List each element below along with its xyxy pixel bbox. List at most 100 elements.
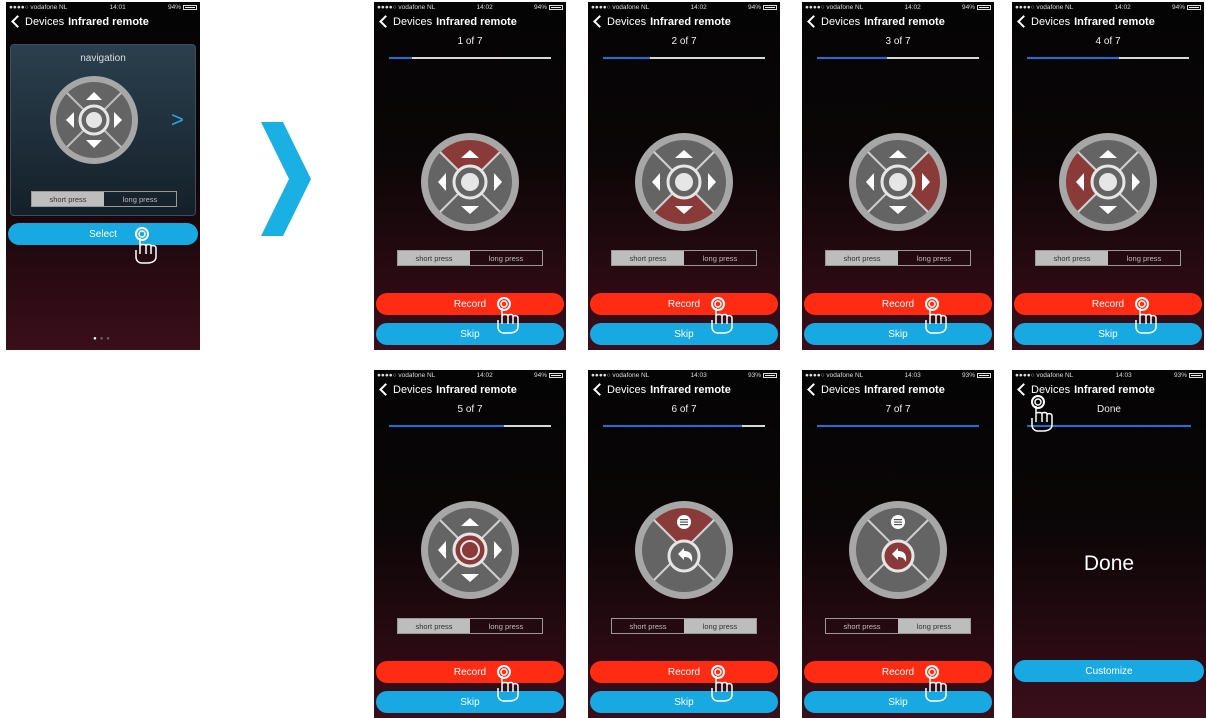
back-button[interactable]: Devices [10,15,64,28]
screen-step-5: ●●●●○ vodafone NL 14:02 94% Devices Infr… [374,370,566,718]
page-dots: ●●● [93,336,113,342]
nav-bar: Devices Infrared remote [588,381,780,398]
status-bar: ●●●●○ vodafone NL 14:02 94% [588,2,780,13]
skip-button[interactable]: Skip [590,323,778,345]
long-press-option[interactable]: long press [684,619,756,633]
dpad-icon[interactable] [634,132,734,232]
short-press-option[interactable]: short press [612,251,684,265]
back-label: Devices [607,15,647,28]
battery-percent: 93% [747,372,761,379]
skip-button[interactable]: Skip [376,323,564,345]
skip-button[interactable]: Skip [804,323,992,345]
long-press-option[interactable]: long press [1108,251,1180,265]
short-press-option[interactable]: short press [398,251,470,265]
navigation-card[interactable]: navigation > short press long press [10,44,196,216]
dpad-icon[interactable] [420,132,520,232]
press-mode-toggle[interactable]: short press long press [31,191,177,207]
back-button[interactable]: Devices [1016,15,1071,28]
battery-icon [977,373,991,378]
press-mode-toggle[interactable]: short press long press [397,618,543,634]
back-button[interactable]: Devices [378,15,432,28]
carrier-label: ●●●●○ vodafone NL [9,4,68,11]
dpad-icon[interactable] [1058,132,1158,232]
record-button[interactable]: Record [1014,293,1202,315]
page-title: Infrared remote [864,383,945,396]
progress-fill [817,425,979,427]
hand-pointer-icon [711,297,733,334]
short-press-option[interactable]: short press [826,251,898,265]
dpad-icon[interactable] [634,500,734,600]
record-button[interactable]: Record [590,293,778,315]
back-button[interactable]: Devices [592,15,647,28]
back-label: Devices [821,383,861,396]
status-bar: ●●●●○ vodafone NL 14:03 93% [588,370,780,381]
short-press-option[interactable]: short press [612,619,684,633]
nav-bar: Devices Infrared remote [6,13,200,30]
page-title: Infrared remote [436,15,517,28]
back-button[interactable]: Devices [592,383,646,396]
record-button[interactable]: Record [376,661,564,683]
battery-percent: 93% [961,372,975,379]
skip-button[interactable]: Skip [1014,323,1202,345]
dpad-icon[interactable] [848,132,948,232]
hand-pointer-icon [711,665,733,702]
carrier-label: ●●●●○ vodafone NL [1015,4,1074,11]
back-button[interactable]: Devices [806,15,860,28]
battery-percent: 94% [1171,4,1185,11]
skip-button[interactable]: Skip [590,691,778,713]
press-mode-toggle[interactable]: short press long press [397,250,543,266]
long-press-option[interactable]: long press [684,251,756,265]
menu-list-icon [891,515,905,529]
long-press-option[interactable]: long press [470,619,542,633]
record-button[interactable]: Record [804,293,992,315]
page-title: Infrared remote [650,15,731,28]
short-press-option[interactable]: short press [398,619,470,633]
hand-pointer-icon [1031,395,1053,432]
press-mode-toggle[interactable]: short press long press [611,250,757,266]
dpad-icon[interactable] [420,500,520,600]
skip-button[interactable]: Skip [804,691,992,713]
long-press-option[interactable]: long press [898,251,970,265]
press-mode-toggle[interactable]: short press long press [1035,250,1181,266]
carrier-label: ●●●●○ vodafone NL [1015,372,1074,379]
short-press-option[interactable]: short press [32,192,104,206]
time-label: 14:03 [1115,372,1132,379]
time-label: 14:02 [690,4,707,11]
record-button[interactable]: Record [376,293,564,315]
record-button[interactable]: Record [590,661,778,683]
back-button[interactable]: Devices [378,383,432,396]
progress-bar [817,425,979,427]
screen-done: ●●●●○ vodafone NL 14:03 93% Devices Infr… [1012,370,1206,718]
status-bar: ●●●●○ vodafone NL 14:02 94% [802,2,994,13]
short-press-option[interactable]: short press [826,619,898,633]
back-label: Devices [1031,15,1071,28]
progress-bar [1027,57,1189,59]
progress-fill [389,425,505,427]
customize-button[interactable]: Customize [1014,660,1204,682]
next-arrow[interactable]: > [171,107,184,133]
status-bar: ●●●●○ vodafone NL 14:02 94% [374,370,566,381]
battery-percent: 94% [961,4,975,11]
long-press-option[interactable]: long press [898,619,970,633]
progress-fill [1027,57,1120,59]
status-bar: ●●●●○ vodafone NL 14:03 93% [802,370,994,381]
page-title: Infrared remote [68,15,149,28]
battery-percent: 93% [1173,372,1187,379]
dpad-icon[interactable] [848,500,948,600]
press-mode-toggle[interactable]: short press long press [611,618,757,634]
progress-fill [603,425,743,427]
press-mode-toggle[interactable]: short press long press [825,618,971,634]
long-press-option[interactable]: long press [470,251,542,265]
press-mode-toggle[interactable]: short press long press [825,250,971,266]
back-button[interactable]: Devices [806,383,861,396]
step-counter: 3 of 7 [885,36,911,47]
long-press-option[interactable]: long press [104,192,176,206]
dpad-icon[interactable] [49,75,139,165]
time-label: 14:02 [476,4,493,11]
hand-pointer-icon [497,297,519,334]
record-button[interactable]: Record [804,661,992,683]
time-label: 14:02 [476,372,493,379]
skip-button[interactable]: Skip [376,691,564,713]
menu-list-icon [677,515,691,529]
short-press-option[interactable]: short press [1036,251,1108,265]
